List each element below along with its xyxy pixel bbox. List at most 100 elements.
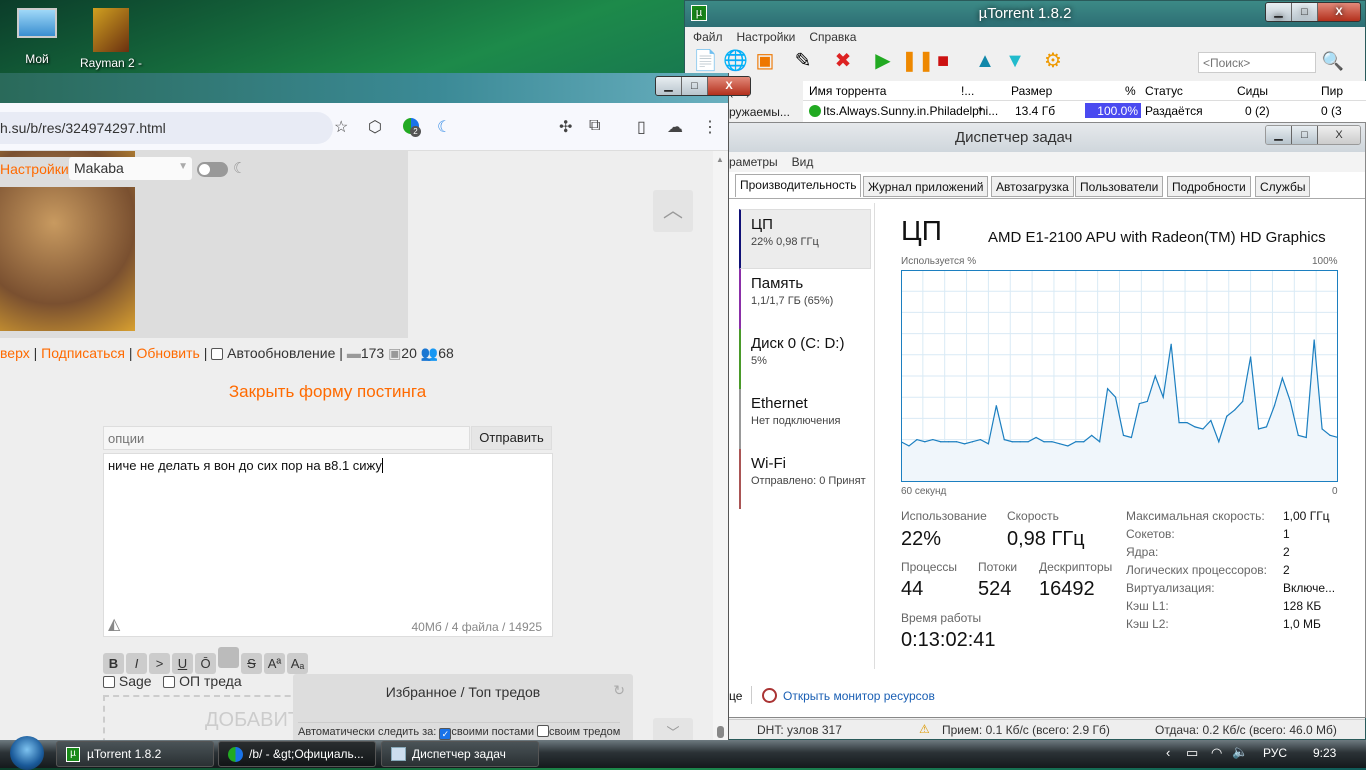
extensions-puzzle-icon[interactable]: ✣: [559, 117, 572, 137]
refresh-icon[interactable]: ↻: [613, 682, 625, 699]
start-button[interactable]: [10, 736, 44, 770]
side-item-wifi[interactable]: Wi-Fi Отправлено: 0 Принят: [739, 449, 871, 509]
remove-icon[interactable]: ✖: [831, 49, 855, 73]
col-seeds[interactable]: Сиды: [1237, 84, 1268, 98]
minimize-button[interactable]: ▁: [656, 77, 682, 95]
search-magnifier-icon[interactable]: 🔍: [1321, 49, 1345, 73]
submit-button[interactable]: Отправить: [471, 426, 552, 450]
side-item-cpu[interactable]: ЦП 22% 0,98 ГГц: [739, 209, 871, 269]
close-button[interactable]: X: [708, 77, 750, 95]
message-textarea[interactable]: ниче не делать я вон до сих пор на в8.1 …: [103, 453, 553, 637]
desktop-icon-computer[interactable]: Мой: [2, 8, 72, 66]
side-item-memory[interactable]: Память 1,1/1,7 ГБ (65%): [739, 269, 871, 329]
preferences-gear-icon[interactable]: ⚙: [1041, 49, 1065, 73]
maximize-button[interactable]: □: [682, 77, 708, 95]
subscribe-link[interactable]: Подписаться: [41, 345, 125, 361]
settings-link[interactable]: Настройки: [0, 161, 69, 177]
close-posting-form-link[interactable]: Закрыть форму постинга: [0, 382, 655, 402]
overline-button[interactable]: Ō: [195, 653, 216, 674]
menu-options[interactable]: раметры: [729, 155, 778, 169]
menu-settings[interactable]: Настройки: [737, 30, 796, 44]
browser-titlebar[interactable]: ▁ □ X: [0, 73, 751, 103]
table-row[interactable]: Its.Always.Sunny.in.Philadelphi... * 13.…: [803, 101, 1366, 122]
move-up-icon[interactable]: ▲: [973, 49, 997, 73]
col-size[interactable]: Размер: [1011, 84, 1052, 98]
close-button[interactable]: X: [1318, 3, 1360, 21]
tab-users[interactable]: Пользователи: [1075, 176, 1164, 197]
start-icon[interactable]: ▶: [871, 49, 895, 73]
category-downloading[interactable]: ружаемы...: [729, 102, 799, 123]
scroll-down-button[interactable]: ﹀: [653, 718, 693, 740]
col-percent[interactable]: %: [1125, 84, 1136, 98]
minimize-button[interactable]: ▁: [1266, 3, 1292, 21]
show-hidden-icons-chevron-icon[interactable]: ‹: [1166, 745, 1170, 760]
refresh-link[interactable]: Обновить: [136, 345, 199, 361]
col-status[interactable]: Статус: [1145, 84, 1183, 98]
bold-button[interactable]: B: [103, 653, 124, 674]
tab-services[interactable]: Службы: [1255, 176, 1311, 197]
scroll-up-arrow-icon[interactable]: ▲: [716, 155, 724, 164]
sticker-icon[interactable]: ◭: [108, 614, 120, 634]
own-thread-checkbox[interactable]: [537, 725, 550, 737]
menu-file[interactable]: Файл: [693, 30, 723, 44]
clock[interactable]: 9:23: [1313, 746, 1336, 760]
extension-icon[interactable]: 2: [403, 118, 421, 137]
theme-toggle[interactable]: [197, 162, 228, 177]
strike-button[interactable]: S: [241, 653, 262, 674]
quote-button[interactable]: >: [149, 653, 170, 674]
menu-help[interactable]: Справка: [809, 30, 856, 44]
spoiler-button[interactable]: [218, 647, 239, 668]
desktop-icon-rayman[interactable]: Rayman 2 -: [76, 8, 146, 70]
sage-checkbox[interactable]: [103, 676, 115, 688]
wifi-icon[interactable]: ◠: [1211, 745, 1222, 761]
menu-kebab-icon[interactable]: ⋮: [702, 117, 718, 137]
subscript-button[interactable]: Aₐ: [287, 653, 308, 674]
close-button[interactable]: X: [1318, 126, 1360, 144]
style-select[interactable]: Makaba ▼: [69, 157, 192, 180]
options-input[interactable]: [103, 426, 470, 450]
italic-button[interactable]: I: [126, 653, 147, 674]
search-tab-icon[interactable]: ⧉: [589, 117, 600, 135]
taskbar-item-taskmgr[interactable]: Диспетчер задач: [381, 741, 539, 767]
volume-icon[interactable]: 🔈: [1232, 744, 1248, 760]
tab-app-history[interactable]: Журнал приложений: [863, 176, 989, 197]
side-panel-icon[interactable]: ▯: [637, 117, 646, 137]
search-input[interactable]: [1198, 52, 1316, 73]
maximize-button[interactable]: □: [1292, 126, 1318, 144]
rss-icon[interactable]: ▣: [753, 49, 777, 73]
scrollbar[interactable]: ▲: [713, 151, 728, 740]
scrollbar-thumb[interactable]: [717, 726, 724, 738]
op-checkbox[interactable]: [163, 676, 176, 688]
extension-s-icon[interactable]: ⬡: [368, 117, 382, 137]
col-name[interactable]: Имя торрента: [809, 84, 886, 98]
tab-performance[interactable]: Производительность: [735, 174, 862, 197]
scroll-up-button[interactable]: ︿: [653, 190, 693, 232]
address-bar[interactable]: h.su/b/res/324974297.html: [0, 112, 333, 144]
tab-details[interactable]: Подробности: [1167, 176, 1251, 197]
add-torrent-icon[interactable]: 📄: [693, 49, 718, 73]
superscript-button[interactable]: Aª: [264, 653, 285, 674]
stop-icon[interactable]: ■: [931, 49, 955, 73]
battery-icon[interactable]: ▭: [1186, 745, 1198, 761]
utorrent-titlebar[interactable]: µ µTorrent 1.8.2 ▁ □ X: [685, 1, 1365, 27]
col-peers[interactable]: Пир: [1321, 84, 1343, 98]
open-resource-monitor-link[interactable]: Открыть монитор ресурсов: [783, 689, 935, 703]
dark-mode-moon-icon[interactable]: ☾: [437, 117, 451, 137]
side-item-disk[interactable]: Диск 0 (C: D:) 5%: [739, 329, 871, 389]
maximize-button[interactable]: □: [1292, 3, 1318, 21]
autorefresh-checkbox[interactable]: [211, 348, 224, 360]
side-item-ethernet[interactable]: Ethernet Нет подключения: [739, 389, 871, 449]
col-priority[interactable]: !...: [961, 84, 975, 98]
taskbar-item-utorrent[interactable]: µ µTorrent 1.8.2: [56, 741, 214, 767]
add-url-icon[interactable]: 🌐: [723, 49, 748, 73]
minimize-button[interactable]: ▁: [1266, 126, 1292, 144]
cloud-download-icon[interactable]: ☁: [667, 117, 683, 137]
fewer-details-link[interactable]: це: [729, 689, 742, 703]
move-down-icon[interactable]: ▼: [1003, 49, 1027, 73]
own-posts-checkbox[interactable]: ✓: [439, 728, 452, 740]
pause-icon[interactable]: ❚❚: [901, 49, 935, 73]
underline-button[interactable]: U: [172, 653, 193, 674]
bookmark-star-icon[interactable]: ☆: [334, 117, 348, 137]
menu-view[interactable]: Вид: [792, 155, 814, 169]
language-indicator[interactable]: РУС: [1263, 746, 1287, 760]
